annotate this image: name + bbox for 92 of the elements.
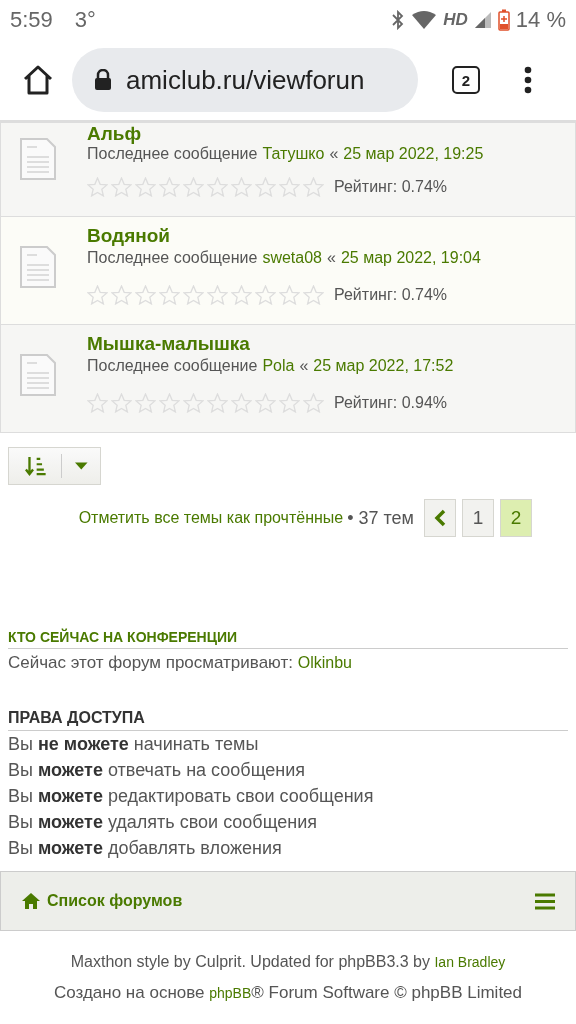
mark-read-link[interactable]: Отметить все темы как прочтённые [78, 509, 344, 527]
separator: « [329, 145, 339, 163]
tab-count-button[interactable]: 2 [452, 66, 480, 94]
lock-icon [94, 69, 112, 91]
bluetooth-icon [391, 10, 406, 30]
separator: « [299, 357, 309, 375]
topic-title[interactable]: Альф [87, 123, 484, 145]
post-date-link[interactable]: 25 мар 2022, 19:25 [343, 145, 484, 163]
user-link[interactable]: Olkinbu [297, 654, 352, 671]
topic-count: • 37 тем [347, 507, 414, 529]
star-icon[interactable] [255, 285, 276, 305]
author-link[interactable]: Pola [262, 357, 295, 375]
menu-icon[interactable] [535, 892, 555, 910]
page-button[interactable]: 1 [462, 499, 494, 537]
copyright-text: ® Forum Software © phpBB Limited [251, 983, 523, 1002]
permission-text: Вы не можете начинать темы [8, 733, 260, 756]
star-icon[interactable] [87, 393, 108, 413]
topic-row[interactable]: Альф Последнее сообщение Татушко « 25 мар 2022, 19:25 Рейтинг: 0.74% [0, 123, 576, 217]
section-heading: КТО СЕЙЧАС НА КОНФЕРЕНЦИИ [8, 629, 568, 649]
document-icon [19, 245, 57, 289]
rating-text: Рейтинг: 0.74% [334, 286, 447, 304]
sort-button[interactable] [8, 447, 101, 485]
battery-icon [497, 9, 510, 31]
star-icon[interactable] [135, 393, 156, 413]
separator: « [327, 249, 336, 267]
signal-icon [473, 11, 492, 29]
star-icon[interactable] [231, 393, 252, 413]
star-icon[interactable] [303, 285, 324, 305]
star-icon[interactable] [87, 285, 108, 305]
chevron-left-icon [434, 509, 446, 527]
sort-icon [25, 455, 47, 477]
last-post-label: Последнее сообщение [87, 357, 258, 375]
author-link[interactable]: sweta08 [262, 249, 322, 267]
star-icon[interactable] [255, 177, 276, 197]
star-icon[interactable] [183, 393, 204, 413]
star-icon[interactable] [87, 177, 108, 197]
rating-text: Рейтинг: 0.94% [334, 394, 447, 412]
post-date-link[interactable]: 25 мар 2022, 19:04 [340, 249, 481, 267]
topic-row[interactable]: Водяной Последнее сообщение sweta08 « 25 мар 2022, 19:04 Рейтинг: 0.74% [0, 217, 576, 325]
star-icon[interactable] [159, 177, 180, 197]
page-button[interactable]: 2 [500, 499, 532, 537]
network-type: HD [443, 10, 468, 30]
battery-level: 14 % [515, 7, 566, 33]
star-icon[interactable] [279, 177, 300, 197]
star-icon[interactable] [303, 393, 324, 413]
star-icon[interactable] [207, 393, 228, 413]
author-link[interactable]: Ian Bradley [434, 954, 506, 970]
document-icon [19, 137, 57, 181]
permission-text: Вы можете отвечать на сообщения [8, 759, 307, 782]
star-icon[interactable] [111, 177, 132, 197]
permission-text: Вы можете добавлять вложения [8, 837, 283, 860]
star-icon[interactable] [159, 285, 180, 305]
clock-time: 5:59 [10, 7, 53, 33]
permission-text: Вы можете редактировать свои сообщения [8, 785, 375, 808]
last-post-label: Последнее сообщение [87, 249, 258, 267]
author-link[interactable]: Татушко [262, 145, 325, 163]
star-icon[interactable] [255, 393, 276, 413]
topic-title[interactable]: Мышка-малышка [87, 333, 454, 355]
post-date-link[interactable]: 25 мар 2022, 17:52 [313, 357, 454, 375]
star-icon[interactable] [183, 177, 204, 197]
address-bar[interactable]: amiclub.ru/viewforun [72, 48, 418, 112]
style-credit: Maxthon style by Culprit. Updated for phpBB3.3 by [70, 953, 430, 970]
rating-text: Рейтинг: 0.74% [334, 178, 447, 196]
topic-title[interactable]: Водяной [87, 225, 481, 247]
star-icon[interactable] [207, 285, 228, 305]
last-post-label: Последнее сообщение [87, 145, 258, 163]
section-heading: ПРАВА ДОСТУПА [8, 709, 568, 731]
more-menu-icon[interactable] [524, 66, 532, 94]
online-text: Сейчас этот форум просматривают: [8, 653, 293, 672]
document-icon [19, 353, 57, 397]
star-icon[interactable] [279, 393, 300, 413]
star-icon[interactable] [207, 177, 228, 197]
star-icon[interactable] [135, 285, 156, 305]
star-icon[interactable] [279, 285, 300, 305]
star-icon[interactable] [303, 177, 324, 197]
phpbb-link[interactable]: phpBB [209, 985, 252, 1001]
star-icon[interactable] [135, 177, 156, 197]
topic-row[interactable]: Мышка-малышка Последнее сообщение Pola « 25 мар 2022, 17:52 Рейтинг: 0.94% [0, 325, 576, 433]
forum-list-link[interactable]: Список форумов [47, 892, 183, 910]
star-icon[interactable] [159, 393, 180, 413]
wifi-icon [411, 10, 438, 30]
temperature: 3° [74, 7, 96, 33]
star-icon[interactable] [111, 393, 132, 413]
star-icon[interactable] [111, 285, 132, 305]
star-icon[interactable] [231, 285, 252, 305]
previous-page-button[interactable] [424, 499, 456, 537]
star-icon[interactable] [231, 177, 252, 197]
permission-text: Вы можете удалять свои сообщения [8, 811, 319, 834]
powered-text: Создано на основе [53, 983, 205, 1002]
home-icon[interactable] [22, 65, 54, 95]
star-icon[interactable] [183, 285, 204, 305]
caret-icon [75, 462, 88, 470]
